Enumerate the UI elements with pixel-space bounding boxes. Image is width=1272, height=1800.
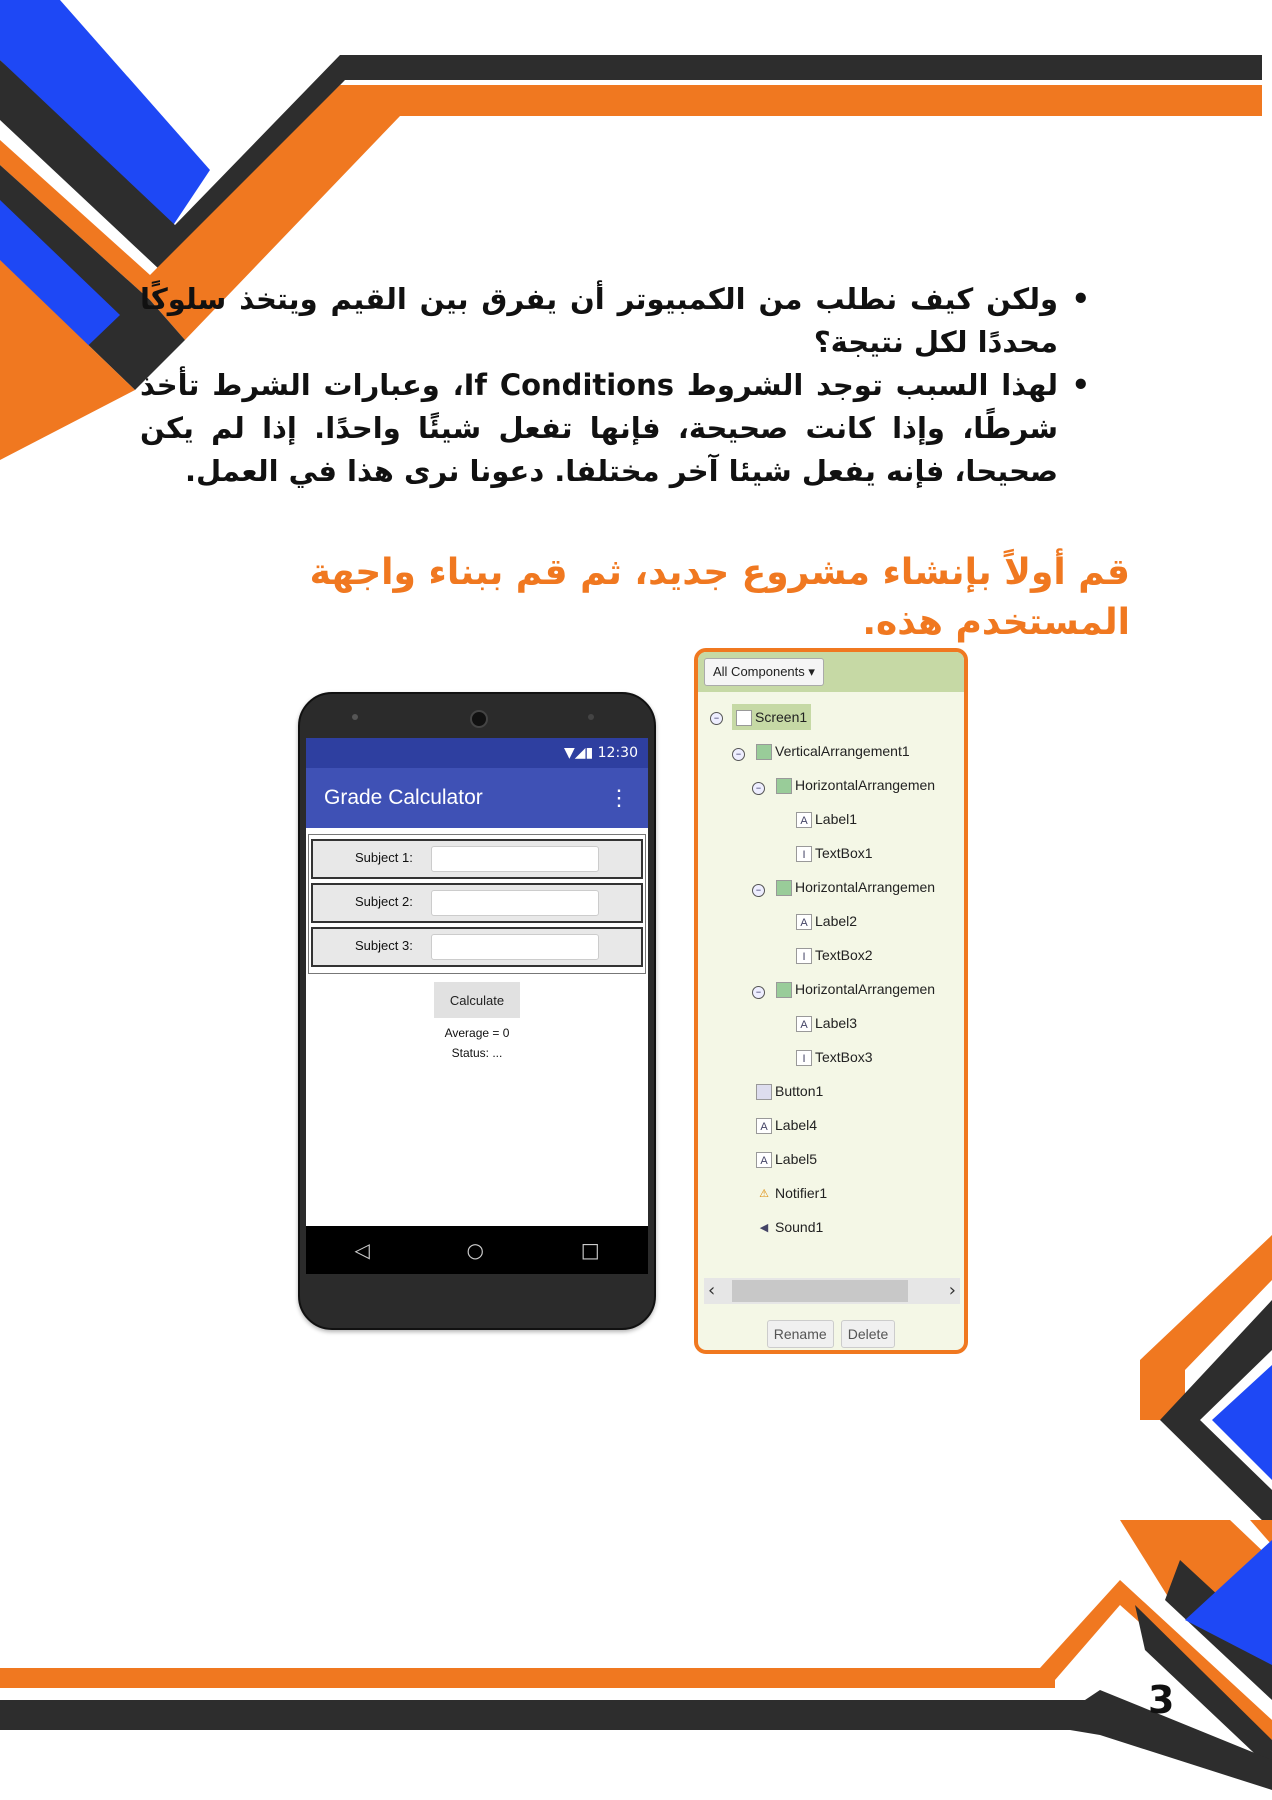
subject-label: Subject 1: [355, 850, 413, 865]
tree-label: HorizontalArrangemen [795, 981, 936, 997]
tree-label: Notifier1 [775, 1185, 828, 1201]
tree-label: TextBox2 [815, 947, 873, 963]
sensor-dot [588, 714, 594, 720]
app-title: Grade Calculator [324, 786, 483, 809]
tree-item-label[interactable]: A Label5 [756, 1148, 817, 1170]
subject-3-input[interactable] [431, 934, 599, 960]
panel-actions: Rename Delete [698, 1320, 964, 1348]
dropdown-label: All Components [713, 664, 805, 679]
tree-label: VerticalArrangement1 [775, 743, 910, 759]
home-icon[interactable]: ○ [467, 1238, 484, 1262]
page-number: 3 [1148, 1678, 1175, 1722]
screen-icon [736, 710, 752, 727]
body-text: ولكن كيف نطلب من الكمبيوتر أن يفرق بين ا… [140, 278, 1090, 493]
tree-item-sound[interactable]: ◀ Sound1 [756, 1216, 824, 1238]
tree-label: Label3 [815, 1015, 858, 1031]
overflow-menu-icon[interactable]: ⋮ [608, 768, 630, 828]
tree-item-textbox[interactable]: I TextBox2 [796, 944, 873, 966]
button-icon [756, 1084, 772, 1101]
status-label: Status: ... [451, 1046, 503, 1060]
subject-row: Subject 1: [311, 839, 643, 879]
scroll-right-icon[interactable]: › [949, 1278, 956, 1304]
components-tree: − Screen1 − VerticalArrangement1 − Horiz… [698, 692, 964, 1252]
label-icon: A [796, 1016, 812, 1033]
horizontal-arrangement-icon [776, 880, 792, 897]
tree-label: Sound1 [775, 1219, 824, 1235]
collapse-toggle-icon[interactable]: − [752, 884, 765, 897]
tree-item-label[interactable]: A Label1 [796, 808, 857, 830]
phone-screen: ▼◢▮ 12:30 Grade Calculator ⋮ Subject 1: … [306, 738, 648, 1274]
status-bar: ▼◢▮ 12:30 [306, 738, 648, 768]
wifi-signal-battery-icon: ▼◢▮ [563, 745, 598, 761]
tree-item-label[interactable]: A Label2 [796, 910, 857, 932]
subject-row: Subject 3: [311, 927, 643, 967]
horizontal-arrangement-icon [776, 778, 792, 795]
tree-label: Label4 [775, 1117, 818, 1133]
bullet-2: لهذا السبب توجد الشروط If Conditions، وع… [140, 364, 1090, 493]
tree-item-notifier[interactable]: ⚠ Notifier1 [756, 1182, 827, 1204]
tree-label: Label2 [815, 913, 858, 929]
tree-item-button[interactable]: Button1 [756, 1080, 823, 1102]
tree-item-horizontal-arrangement[interactable]: HorizontalArrangemen [776, 876, 935, 898]
horizontal-arrangement-icon [776, 982, 792, 999]
scroll-thumb[interactable] [732, 1280, 908, 1302]
tree-label: HorizontalArrangemen [795, 879, 936, 895]
subjects-form: Subject 1: Subject 2: Subject 3: [308, 834, 646, 974]
delete-button[interactable]: Delete [840, 1320, 896, 1348]
calculate-button[interactable]: Calculate [434, 982, 520, 1018]
camera-icon [470, 710, 488, 728]
collapse-toggle-icon[interactable]: − [732, 748, 745, 761]
tree-label: TextBox3 [815, 1049, 873, 1065]
tree-item-label[interactable]: A Label4 [756, 1114, 817, 1136]
components-panel: All Components ▾ − Screen1 − VerticalArr… [694, 648, 968, 1354]
average-label: Average = 0 [444, 1026, 510, 1040]
label-icon: A [796, 914, 812, 931]
horizontal-scrollbar[interactable]: ‹ › [704, 1278, 960, 1304]
collapse-toggle-icon[interactable]: − [752, 986, 765, 999]
tree-item-screen1[interactable]: Screen1 [732, 704, 812, 730]
textbox-icon: I [796, 846, 812, 863]
tree-item-horizontal-arrangement[interactable]: HorizontalArrangemen [776, 978, 935, 1000]
textbox-icon: I [796, 1050, 812, 1067]
label-icon: A [756, 1152, 772, 1169]
subject-row: Subject 2: [311, 883, 643, 923]
subject-1-input[interactable] [431, 846, 599, 872]
notifier-icon: ⚠ [759, 1188, 769, 1201]
instruction-heading: قم أولاً بإنشاء مشروع جديد، ثم قم ببناء … [309, 552, 1130, 643]
rename-button[interactable]: Rename [766, 1320, 834, 1348]
tree-label: HorizontalArrangemen [795, 777, 936, 793]
app-bar: Grade Calculator ⋮ [306, 768, 648, 828]
tree-label: Label1 [815, 811, 858, 827]
subject-label: Subject 3: [355, 938, 413, 953]
collapse-toggle-icon[interactable]: − [752, 782, 765, 795]
panel-header: All Components ▾ [698, 652, 964, 692]
tree-item-vertical-arrangement[interactable]: VerticalArrangement1 [756, 740, 910, 762]
phone-mockup: ▼◢▮ 12:30 Grade Calculator ⋮ Subject 1: … [298, 692, 656, 1330]
subject-2-input[interactable] [431, 890, 599, 916]
tree-label: Screen1 [755, 709, 808, 725]
subject-label: Subject 2: [355, 894, 413, 909]
components-dropdown[interactable]: All Components ▾ [704, 658, 824, 686]
recents-icon[interactable]: □ [581, 1238, 600, 1262]
scroll-left-icon[interactable]: ‹ [708, 1278, 715, 1304]
tree-label: Button1 [775, 1083, 824, 1099]
tree-item-horizontal-arrangement[interactable]: HorizontalArrangemen [776, 774, 935, 796]
label-icon: A [756, 1118, 772, 1135]
tree-item-label[interactable]: A Label3 [796, 1012, 857, 1034]
sensor-dot [352, 714, 358, 720]
sound-icon: ◀ [759, 1222, 769, 1235]
status-time: 12:30 [597, 745, 638, 761]
collapse-toggle-icon[interactable]: − [710, 712, 723, 725]
textbox-icon: I [796, 948, 812, 965]
label-icon: A [796, 812, 812, 829]
android-nav-bar: ◁ ○ □ [306, 1226, 648, 1274]
tree-item-textbox[interactable]: I TextBox1 [796, 842, 873, 864]
tree-label: TextBox1 [815, 845, 873, 861]
bullet-1: ولكن كيف نطلب من الكمبيوتر أن يفرق بين ا… [140, 278, 1090, 364]
vertical-arrangement-icon [756, 744, 772, 761]
tree-item-textbox[interactable]: I TextBox3 [796, 1046, 873, 1068]
back-icon[interactable]: ◁ [354, 1238, 369, 1262]
tree-label: Label5 [775, 1151, 818, 1167]
